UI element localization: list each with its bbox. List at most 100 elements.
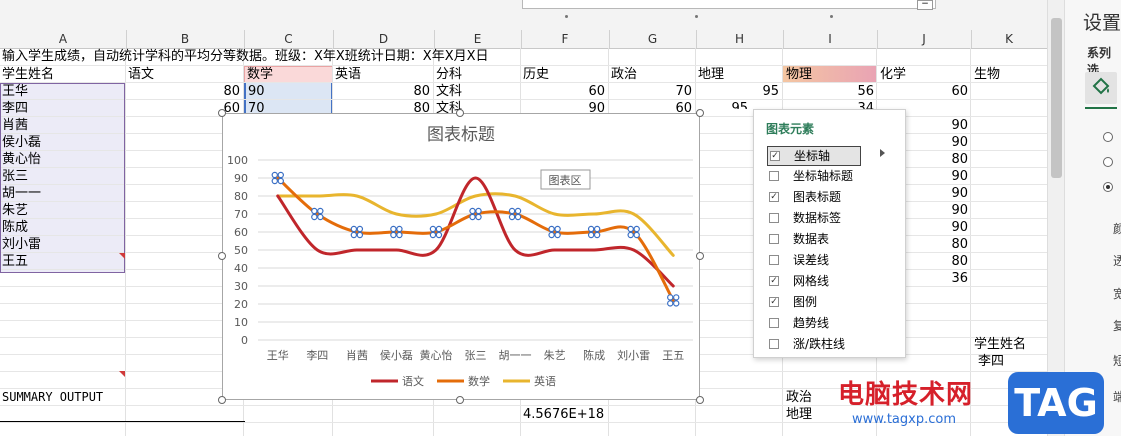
resize-handle[interactable]	[456, 396, 464, 404]
column-header[interactable]: K	[971, 30, 1048, 48]
option-axes[interactable]: ✓ 坐标轴	[767, 146, 861, 166]
checkbox[interactable]: ✓	[769, 276, 779, 286]
comment-indicator[interactable]	[119, 371, 125, 377]
value-cell[interactable]: 政治	[786, 389, 812, 406]
name-cell[interactable]: 张三	[2, 168, 28, 185]
checkbox[interactable]	[769, 234, 779, 244]
column-header[interactable]: A	[0, 30, 127, 48]
resize-handle[interactable]	[218, 109, 226, 117]
value-cell[interactable]: 文科	[436, 83, 462, 100]
value-cell[interactable]: 4.5676E+18	[523, 406, 604, 423]
header-cell[interactable]: 政治	[611, 66, 637, 83]
checkbox[interactable]	[769, 171, 779, 181]
value-cell[interactable]: 90	[523, 100, 605, 113]
selection-handle	[633, 231, 640, 239]
header-cell[interactable]: 英语	[335, 66, 361, 83]
value-cell[interactable]: 70	[611, 83, 692, 100]
chevron-right-icon[interactable]	[880, 149, 885, 157]
legend-label: 英语	[534, 374, 556, 388]
header-cell[interactable]: 语文	[128, 66, 154, 83]
summary-label[interactable]: SUMMARY OUTPUT	[2, 389, 103, 406]
header-cell[interactable]: 地理	[698, 66, 724, 83]
column-header[interactable]: E	[434, 30, 522, 48]
name-cell[interactable]: 肖茜	[2, 117, 28, 134]
resize-handle[interactable]	[696, 252, 704, 260]
sheet-title[interactable]: 输入学生成绩，自动统计学科的平均分等数据。班级：X年X班统计日期：X年X月X日	[2, 48, 702, 65]
value-cell[interactable]: 90	[248, 83, 265, 100]
value-cell[interactable]: 60	[611, 100, 692, 113]
name-cell[interactable]: 黄心怡	[2, 151, 41, 168]
chart-title: 图表标题	[427, 125, 495, 144]
checkbox[interactable]: ✓	[769, 192, 779, 202]
checkbox[interactable]: ✓	[770, 151, 780, 161]
selection-handle	[350, 225, 358, 233]
name-cell[interactable]: 侯小磊	[2, 134, 41, 151]
option-gridlines[interactable]: ✓ 网格线	[767, 272, 867, 290]
column-header[interactable]: I	[783, 30, 878, 48]
name-cell[interactable]: 王五	[2, 253, 28, 270]
value-cell[interactable]: 95	[698, 83, 779, 100]
comment-indicator[interactable]	[119, 253, 125, 259]
header-cell[interactable]: 生物	[974, 66, 1000, 83]
value-cell[interactable]: 60	[880, 83, 968, 100]
fill-tab[interactable]	[1085, 72, 1117, 104]
header-cell[interactable]: 学生姓名	[2, 66, 54, 83]
formula-bar-edge[interactable]	[522, 0, 936, 9]
option-data-labels[interactable]: 数据标签	[767, 209, 867, 227]
option-data-table[interactable]: 数据表	[767, 230, 867, 248]
header-cell[interactable]: 化学	[880, 66, 906, 83]
value-cell[interactable]: 70	[248, 100, 265, 113]
option-error-bars[interactable]: 误差线	[767, 251, 867, 269]
checkbox[interactable]	[769, 318, 779, 328]
column-header[interactable]: C	[244, 30, 334, 48]
value-cell[interactable]: 80	[335, 100, 430, 113]
header-cell[interactable]: 历史	[523, 66, 549, 83]
checkbox[interactable]	[769, 339, 779, 349]
collapse-icon[interactable]: −	[917, 0, 933, 10]
checkbox[interactable]: ✓	[769, 297, 779, 307]
radio-button[interactable]	[1103, 182, 1113, 192]
option-chart-title[interactable]: ✓ 图表标题	[767, 188, 867, 206]
resize-handle[interactable]	[696, 109, 704, 117]
column-header[interactable]: F	[521, 30, 610, 48]
column-header[interactable]: D	[333, 30, 435, 48]
value-cell[interactable]: 80	[128, 83, 240, 100]
column-header[interactable]: G	[609, 30, 697, 48]
value-cell[interactable]: 34	[786, 100, 874, 109]
option-legend[interactable]: ✓ 图例	[767, 293, 867, 311]
column-header[interactable]: B	[126, 30, 245, 48]
name-cell[interactable]: 李四	[2, 100, 28, 117]
name-cell[interactable]: 胡一一	[2, 185, 41, 202]
name-cell[interactable]: 朱艺	[2, 202, 28, 219]
value-cell[interactable]: 80	[335, 83, 430, 100]
resize-handle[interactable]	[456, 109, 464, 117]
resize-handle[interactable]	[218, 396, 226, 404]
name-cell[interactable]: 王华	[2, 83, 28, 100]
chart-object[interactable]: 图表标题 0 10 20 30 40 50 60 70 80 90 100 王华 李四 肖茜 侯小磊 黄心怡 张三…	[222, 113, 700, 400]
scroll-thumb[interactable]	[1051, 18, 1062, 178]
value-cell[interactable]: 56	[786, 83, 874, 100]
header-cell[interactable]: 数学	[247, 66, 273, 83]
value-cell[interactable]: 学生姓名	[974, 336, 1026, 353]
value-cell[interactable]: 60	[523, 83, 605, 100]
resize-handle[interactable]	[218, 252, 226, 260]
radio-button[interactable]	[1103, 157, 1113, 167]
option-trendline[interactable]: 趋势线	[767, 314, 867, 332]
resize-handle[interactable]	[696, 396, 704, 404]
option-updown-bars[interactable]: 涨/跌柱线	[767, 335, 867, 353]
column-header[interactable]: J	[877, 30, 972, 48]
option-axis-titles[interactable]: 坐标轴标题	[767, 167, 867, 185]
header-cell[interactable]: 分科	[436, 66, 462, 83]
selection-handle	[508, 213, 516, 221]
checkbox[interactable]	[769, 213, 779, 223]
name-cell[interactable]: 刘小雷	[2, 236, 41, 253]
value-cell[interactable]: 95	[698, 100, 748, 109]
value-cell[interactable]: 地理	[786, 406, 812, 423]
header-cell[interactable]: 物理	[786, 66, 812, 83]
vertical-scrollbar[interactable]	[1047, 0, 1065, 436]
column-header[interactable]: H	[696, 30, 784, 48]
name-cell[interactable]: 陈成	[2, 219, 28, 236]
checkbox[interactable]	[769, 255, 779, 265]
value-cell[interactable]: 李四	[978, 353, 1004, 370]
radio-button[interactable]	[1103, 132, 1113, 142]
